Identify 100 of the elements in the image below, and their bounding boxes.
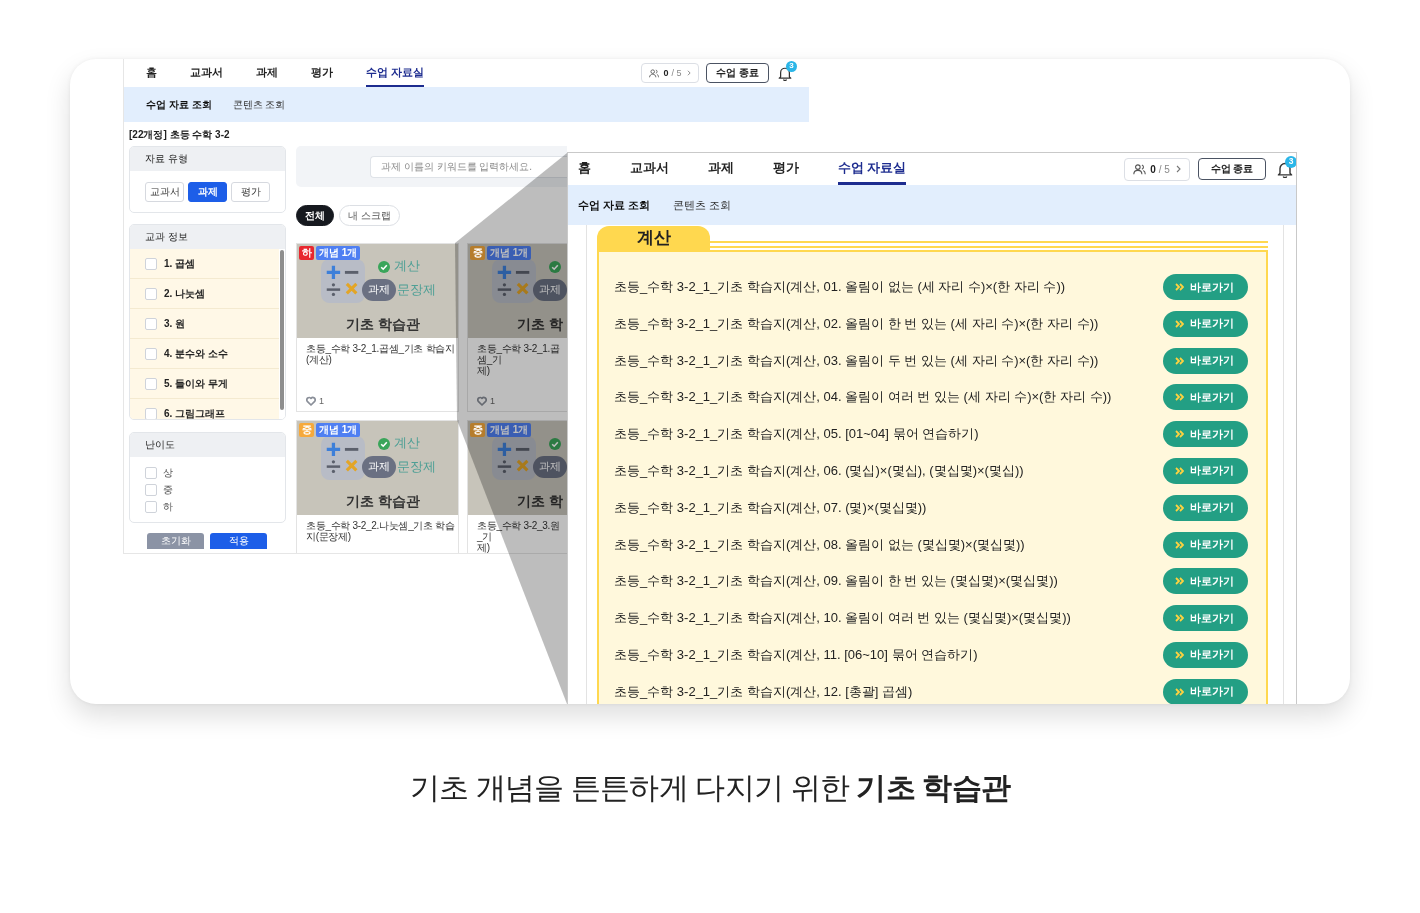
course-title: [22개정] 초등 수학 3-2 bbox=[129, 129, 230, 140]
unit-option[interactable]: 5. 들이와 무게 bbox=[130, 369, 279, 399]
nav-tab[interactable]: 평가 bbox=[311, 59, 333, 87]
level-badge: 하 bbox=[299, 246, 314, 260]
filter-chip[interactable]: 내 스크랩 bbox=[339, 205, 400, 226]
card-title: 초등_수학 3-2_1.곱셈_기초 학습지(계산) bbox=[306, 343, 455, 365]
check-circle-icon bbox=[549, 438, 561, 450]
math-symbols-icon bbox=[492, 259, 536, 303]
material-title: 초등_수학 3-2_1_기초 학습지(계산, 08. 올림이 없는 (몇십몇)×(몇십몇)) bbox=[614, 535, 1025, 554]
heart-icon[interactable] bbox=[477, 396, 487, 406]
users-icon bbox=[1133, 163, 1147, 175]
heart-icon[interactable] bbox=[306, 396, 316, 406]
checkbox[interactable] bbox=[145, 483, 157, 496]
thumbnail-tag: 계산 bbox=[394, 258, 420, 274]
type-filter-button[interactable]: 평가 bbox=[231, 182, 270, 202]
nav-tab[interactable]: 홈 bbox=[578, 153, 591, 185]
unit-option[interactable]: 6. 그림그래프 bbox=[130, 399, 279, 419]
checkbox[interactable] bbox=[145, 407, 157, 419]
like-count: 1 bbox=[319, 396, 324, 406]
checkbox[interactable] bbox=[145, 500, 157, 513]
bell-icon[interactable] bbox=[1277, 160, 1293, 178]
concept-badge: 개념 1개 bbox=[316, 423, 361, 437]
checkbox[interactable] bbox=[145, 466, 157, 479]
subnav-tab[interactable]: 콘텐츠 조회 bbox=[232, 97, 286, 112]
checkbox[interactable] bbox=[145, 287, 157, 300]
nav-tab[interactable]: 교과서 bbox=[630, 153, 669, 185]
level-badge: 중 bbox=[299, 423, 314, 437]
type-badge: 과제 bbox=[533, 279, 567, 301]
checkbox[interactable] bbox=[145, 377, 157, 390]
end-class-button[interactable]: 수업 종료 bbox=[1198, 158, 1266, 180]
unit-option[interactable]: 1. 곱셈 bbox=[130, 249, 279, 279]
nav-tab[interactable]: 교과서 bbox=[190, 59, 223, 87]
thumbnail-title: 기초 학습관 bbox=[346, 493, 420, 510]
checkbox[interactable] bbox=[145, 257, 157, 270]
caption: 기초 개념을 튼튼하게 다지기 위한 기초 학습관 bbox=[410, 770, 1010, 806]
check-circle-icon bbox=[549, 261, 561, 273]
subnav-tab[interactable]: 콘텐츠 조회 bbox=[673, 197, 732, 213]
nav-tab[interactable]: 과제 bbox=[256, 59, 278, 87]
apply-button[interactable]: 적용 bbox=[210, 533, 267, 549]
double-chevron-icon bbox=[1175, 503, 1184, 512]
difficulty-option[interactable]: 상 bbox=[145, 466, 173, 479]
difficulty-option[interactable]: 중 bbox=[145, 483, 173, 496]
double-chevron-icon bbox=[1175, 319, 1184, 328]
nav-tab[interactable]: 과제 bbox=[708, 153, 734, 185]
notification-badge: 3 bbox=[786, 60, 797, 72]
unit-option[interactable]: 4. 분수와 소수 bbox=[130, 339, 279, 369]
nav-tab[interactable]: 평가 bbox=[773, 153, 799, 185]
thumbnail-title: 기초 학 bbox=[517, 493, 563, 510]
panel-header: 자료 유형 bbox=[130, 147, 285, 171]
material-card[interactable]: 계산 과제 문장제 기초 학습관 하 개념 1개 초등_수학 3-2_1.곱셈_기초 학습지(계산) 1 bbox=[296, 243, 459, 412]
math-symbols-icon bbox=[321, 259, 365, 303]
material-title: 초등_수학 3-2_1_기초 학습지(계산, 05. [01~04] 묶어 연습하기) bbox=[614, 425, 979, 444]
card-title: 초등_수학 3-2_1.곱셈_기 제) bbox=[477, 343, 561, 376]
type-badge: 과제 bbox=[533, 456, 567, 478]
material-title: 초등_수학 3-2_1_기초 학습지(계산, 06. (몇십)×(몇십), (몇십몇)×(몇십)) bbox=[614, 462, 1024, 480]
thumbnail-title: 기초 학 bbox=[517, 316, 563, 333]
double-chevron-icon bbox=[1175, 577, 1184, 586]
panel-header: 교과 정보 bbox=[130, 225, 285, 249]
difficulty-option[interactable]: 하 bbox=[145, 500, 173, 513]
double-chevron-icon bbox=[1175, 614, 1184, 623]
thumbnail-title: 기초 학습관 bbox=[346, 316, 420, 333]
bell-icon[interactable] bbox=[778, 65, 792, 81]
concept-badge: 개념 1개 bbox=[487, 246, 532, 260]
section-heading: 계산 bbox=[597, 226, 710, 250]
like-count: 1 bbox=[490, 396, 495, 406]
type-filter-button[interactable]: 과제 bbox=[188, 182, 227, 202]
filter-chip[interactable]: 전체 bbox=[296, 205, 334, 226]
checkbox[interactable] bbox=[145, 317, 157, 330]
type-filter-button[interactable]: 교과서 bbox=[145, 182, 184, 202]
material-title: 초등_수학 3-2_1_기초 학습지(계산, 03. 올림이 두 번 있는 (세 자리 수)×(한 자리 수)) bbox=[614, 351, 1099, 370]
student-count-button[interactable]: 0 / 5 bbox=[1124, 157, 1190, 181]
material-card[interactable]: 과제 기초 학 중 개념 1개 초등_수학 3-2_3.원_기 제) bbox=[467, 420, 567, 553]
checkbox[interactable] bbox=[145, 347, 157, 360]
double-chevron-icon bbox=[1175, 283, 1184, 291]
double-chevron-icon bbox=[1175, 687, 1184, 696]
double-chevron-icon bbox=[1175, 356, 1184, 365]
material-title: 초등_수학 3-2_1_기초 학습지(계산, 02. 올림이 한 번 있는 (세 자리 수)×(한 자리 수)) bbox=[614, 314, 1099, 333]
material-card[interactable]: 과제 기초 학 중 개념 1개 초등_수학 3-2_1.곱셈_기 제) 1 bbox=[467, 243, 567, 412]
subnav-tab[interactable]: 수업 자료 조회 bbox=[578, 197, 651, 213]
type-badge: 과제 bbox=[362, 456, 396, 478]
student-count-button[interactable]: 0 / 5 bbox=[641, 63, 699, 83]
search-field[interactable]: 과제 이름의 키워드를 입력하세요. bbox=[370, 155, 567, 178]
scrollbar-thumb[interactable] bbox=[280, 250, 284, 410]
double-chevron-icon bbox=[1175, 540, 1184, 549]
level-badge: 중 bbox=[470, 423, 485, 437]
check-circle-icon bbox=[378, 438, 390, 450]
material-card[interactable]: 계산 과제 문장제 기초 학습관 중 개념 1개 초등_수학 3-2_2.나눗셈_기초 학습지(문장제) bbox=[296, 420, 459, 553]
material-title: 초등_수학 3-2_1_기초 학습지(계산, 04. 올림이 여러 번 있는 (세 자리 수)×(한 자리 수)) bbox=[614, 388, 1112, 407]
material-title: 초등_수학 3-2_1_기초 학습지(계산, 01. 올림이 없는 (세 자리 수)×(한 자리 수)) bbox=[614, 278, 1066, 296]
subnav-tab[interactable]: 수업 자료 조회 bbox=[146, 97, 212, 112]
double-chevron-icon bbox=[1175, 650, 1184, 659]
unit-option[interactable]: 2. 나눗셈 bbox=[130, 279, 279, 309]
nav-tab[interactable]: 홈 bbox=[146, 59, 157, 87]
material-title: 초등_수학 3-2_1_기초 학습지(계산, 11. [06~10] 묶어 연습하기) bbox=[614, 645, 978, 664]
material-title: 초등_수학 3-2_1_기초 학습지(계산, 07. (몇)×(몇십몇)) bbox=[614, 498, 927, 517]
thumbnail-subtitle: 문장제 bbox=[397, 282, 436, 298]
unit-option[interactable]: 3. 원 bbox=[130, 309, 279, 339]
card-title: 초등_수학 3-2_2.나눗셈_기초 학습지(문장제) bbox=[306, 520, 455, 542]
end-class-button[interactable]: 수업 종료 bbox=[706, 63, 769, 83]
math-symbols-icon bbox=[321, 436, 365, 480]
